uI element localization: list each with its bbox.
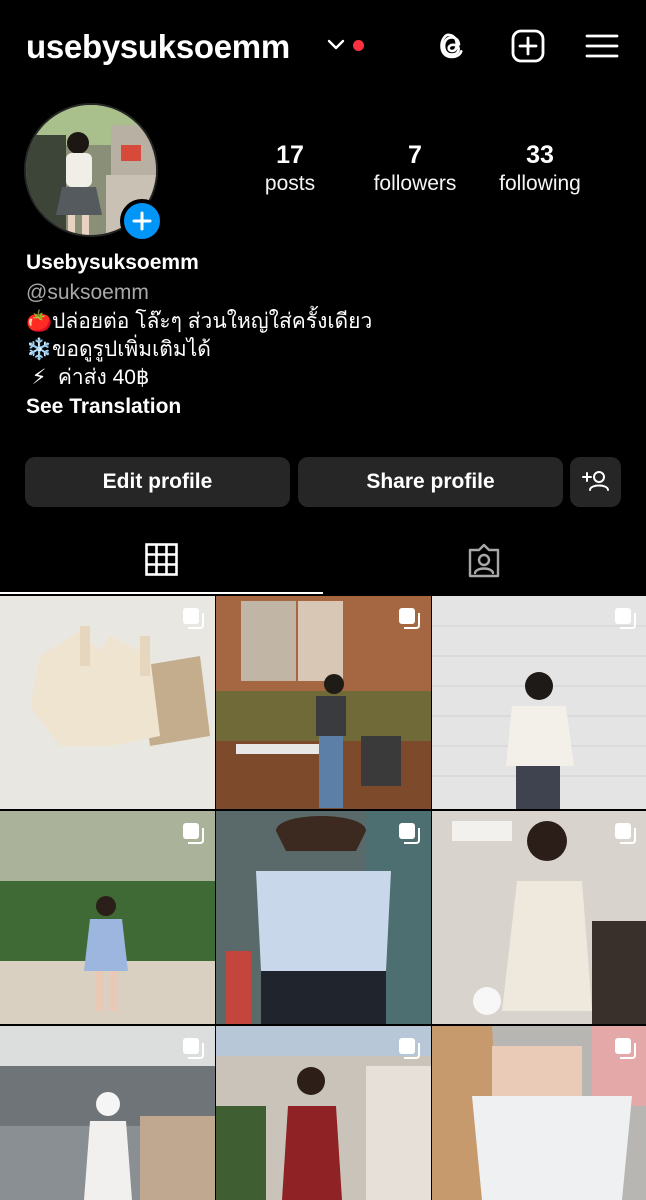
snowflake-emoji: ❄️ [26, 338, 53, 361]
see-translation-link[interactable]: See Translation [26, 392, 626, 422]
carousel-icon [615, 608, 636, 629]
posts-label: posts [264, 172, 316, 195]
threads-icon[interactable] [434, 28, 470, 64]
tagged-icon [468, 543, 500, 578]
post-tile[interactable] [0, 1026, 215, 1200]
top-bar: usebysuksoemm [0, 0, 646, 96]
post-tile[interactable] [432, 1026, 646, 1200]
create-icon[interactable] [510, 28, 546, 64]
followers-number: 7 [408, 141, 422, 169]
post-tile[interactable] [432, 596, 646, 809]
tomato-emoji: 🍅 [26, 310, 53, 333]
following-count[interactable]: 33 following [475, 140, 605, 198]
bio-line-text: ขอดูรูปเพิ่มเติมได้ [52, 338, 211, 361]
grid-icon [145, 543, 178, 576]
share-profile-button[interactable]: Share profile [298, 457, 563, 507]
tab-tagged[interactable] [323, 532, 646, 594]
carousel-icon [183, 1038, 204, 1059]
post-tile[interactable] [216, 596, 431, 809]
carousel-icon [399, 608, 420, 629]
profile-name: Usebysuksoemm [26, 251, 199, 274]
bio-line-text: ค่าส่ง 40฿ [52, 366, 150, 389]
tab-posts-grid[interactable] [0, 532, 323, 594]
carousel-icon [183, 608, 204, 629]
bio-line: 🍅ปล่อยต่อ โล๊ะๆ ส่วนใหญ่ใส่ครั้งเดียว [26, 308, 626, 336]
followers-count[interactable]: 7 followers [350, 140, 480, 198]
carousel-icon [183, 823, 204, 844]
edit-profile-button[interactable]: Edit profile [25, 457, 290, 507]
carousel-icon [399, 1038, 420, 1059]
post-tile[interactable] [216, 811, 431, 1024]
profile-bio: Usebysuksoemm @suksoemm 🍅ปล่อยต่อ โล๊ะๆ … [26, 248, 626, 422]
carousel-icon [615, 1038, 636, 1059]
lightning-emoji: ⚡ [31, 366, 47, 389]
post-tile[interactable] [216, 1026, 431, 1200]
post-tile[interactable] [432, 811, 646, 1024]
following-number: 33 [526, 141, 554, 169]
followers-label: followers [373, 172, 457, 195]
carousel-icon [615, 823, 636, 844]
posts-grid [0, 596, 646, 1200]
account-username[interactable]: usebysuksoemm [26, 28, 290, 66]
add-story-button[interactable] [120, 199, 164, 243]
menu-icon[interactable] [584, 28, 620, 64]
carousel-icon [399, 823, 420, 844]
notification-dot [353, 40, 364, 51]
bio-line: ⚡ ค่าส่ง 40฿ [26, 364, 626, 392]
threads-handle[interactable]: @suksoemm [26, 278, 626, 308]
add-person-icon [582, 471, 609, 491]
chevron-down-icon[interactable] [327, 38, 345, 52]
bio-line-text: ปล่อยต่อ โล๊ะๆ ส่วนใหญ่ใส่ครั้งเดียว [52, 310, 373, 333]
discover-people-button[interactable] [570, 457, 621, 507]
posts-number: 17 [276, 141, 304, 169]
active-tab-indicator [0, 592, 323, 594]
post-tile[interactable] [0, 811, 215, 1024]
posts-count[interactable]: 17 posts [225, 140, 355, 198]
following-label: following [499, 172, 581, 195]
post-tile[interactable] [0, 596, 215, 809]
profile-tabs [0, 532, 646, 594]
plus-icon [132, 211, 152, 231]
bio-line: ❄️ขอดูรูปเพิ่มเติมได้ [26, 336, 626, 364]
